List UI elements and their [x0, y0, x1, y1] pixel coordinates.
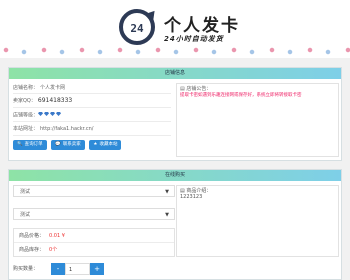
query-order-label: 查询订单 — [24, 142, 43, 147]
price-value: 0.01 ¥ — [49, 233, 65, 239]
stock-row: 商品库存： 0个 — [14, 243, 174, 257]
document-icon: ▤ — [180, 86, 185, 92]
shop-notice-box: ▤ 店铺公告： 提取卡密如遇到乐趣连接网或保存好，系统立即将转接取卡密 — [176, 83, 339, 157]
shop-level-row: 店铺等级： — [13, 108, 171, 122]
seller-qq-row: 卖家QQ： 691418333 — [13, 94, 171, 108]
desc-text: 1223123 — [180, 194, 203, 200]
chevron-down-icon: ▼ — [165, 212, 169, 218]
shop-level-rating — [38, 108, 62, 122]
search-icon: 🔍 — [17, 142, 23, 147]
quantity-minus-button[interactable]: - — [51, 263, 65, 275]
logo-number: 24 — [130, 22, 144, 35]
star-icon: ★ — [93, 142, 98, 147]
site-url-label: 本站网址： — [13, 126, 39, 132]
category-select[interactable]: 测试 ▼ — [13, 185, 175, 197]
refresh-arrow-icon — [145, 7, 159, 21]
site-logo[interactable]: 24 个人发卡 24小时自动发货 — [119, 7, 259, 48]
site-url-row: 本站网址： http://faka1.hackr.cn/ — [13, 122, 171, 136]
chevron-down-icon: ▼ — [165, 189, 169, 195]
shop-details: 店铺名称： 个人发卡网 卖家QQ： 691418333 店铺等级： 本站网址： htt… — [13, 83, 171, 150]
quantity-label: 购买数量： — [13, 266, 39, 272]
product-select[interactable]: 测试 ▼ — [13, 208, 175, 220]
diamond-icon — [56, 112, 62, 116]
price-row: 商品价格： 0.01 ¥ — [14, 229, 174, 243]
contact-seller-label: 联系卖家 — [62, 142, 81, 147]
buy-online-panel: 在线购买 测试 ▼ 测试 ▼ 商品价格： 0.01 ¥ 商品库存： 0个 ▤ 商品介… — [8, 169, 342, 280]
shop-info-panel: 店铺信息 店铺名称： 个人发卡网 卖家QQ： 691418333 店铺等级： 本站网… — [8, 67, 342, 161]
shop-level-label: 店铺等级： — [13, 112, 39, 119]
product-description-box: ▤ 商品介绍： 1223123 — [176, 185, 339, 257]
contact-seller-button[interactable]: 💬 联系卖家 — [51, 140, 85, 150]
diamond-icon — [50, 112, 56, 116]
shop-name-value: 个人发卡网 — [40, 85, 66, 91]
price-label: 商品价格： — [19, 233, 45, 239]
site-header: 24 个人发卡 24小时自动发货 — [0, 0, 350, 58]
stock-label: 商品库存： — [19, 247, 45, 253]
header-decoration — [0, 45, 350, 58]
quantity-stepper: - 1 + — [51, 263, 107, 275]
seller-qq-label: 卖家QQ： — [13, 98, 36, 104]
notice-label: 店铺公告： — [186, 86, 212, 92]
diamond-icon — [38, 112, 44, 116]
site-title: 个人发卡 — [164, 16, 240, 36]
shop-name-label: 店铺名称： — [13, 85, 39, 91]
buy-online-title: 在线购买 — [9, 170, 341, 181]
site-subtitle: 24小时自动发货 — [164, 35, 224, 43]
diamond-icon — [44, 112, 50, 116]
notice-text: 提取卡密如遇到乐趣连接网或保存好，系统立即将转接取卡密 — [180, 93, 302, 98]
site-url-link[interactable]: http://faka1.hackr.cn/ — [40, 126, 93, 132]
quantity-input[interactable]: 1 — [65, 263, 90, 275]
product-select-value: 测试 — [20, 212, 31, 218]
query-order-button[interactable]: 🔍 查询订单 — [13, 140, 47, 150]
shop-name-row: 店铺名称： 个人发卡网 — [13, 83, 171, 94]
quantity-plus-button[interactable]: + — [90, 263, 104, 275]
clock-icon: 24 — [119, 7, 159, 45]
notice-label-line: ▤ 店铺公告： — [177, 84, 338, 92]
quantity-row: 购买数量： - 1 + — [13, 263, 104, 275]
category-select-value: 测试 — [20, 189, 31, 195]
shop-info-title: 店铺信息 — [9, 68, 341, 79]
chat-icon: 💬 — [55, 142, 61, 147]
seller-qq-value: 691418333 — [37, 97, 73, 104]
product-info-box: 商品价格： 0.01 ¥ 商品库存： 0个 — [13, 228, 175, 257]
favorite-label: 收藏本站 — [99, 142, 118, 147]
stock-value: 0个 — [49, 247, 58, 253]
shop-actions: 🔍 查询订单 💬 联系卖家 ★ 收藏本站 — [13, 140, 171, 150]
favorite-button[interactable]: ★ 收藏本站 — [89, 140, 122, 150]
